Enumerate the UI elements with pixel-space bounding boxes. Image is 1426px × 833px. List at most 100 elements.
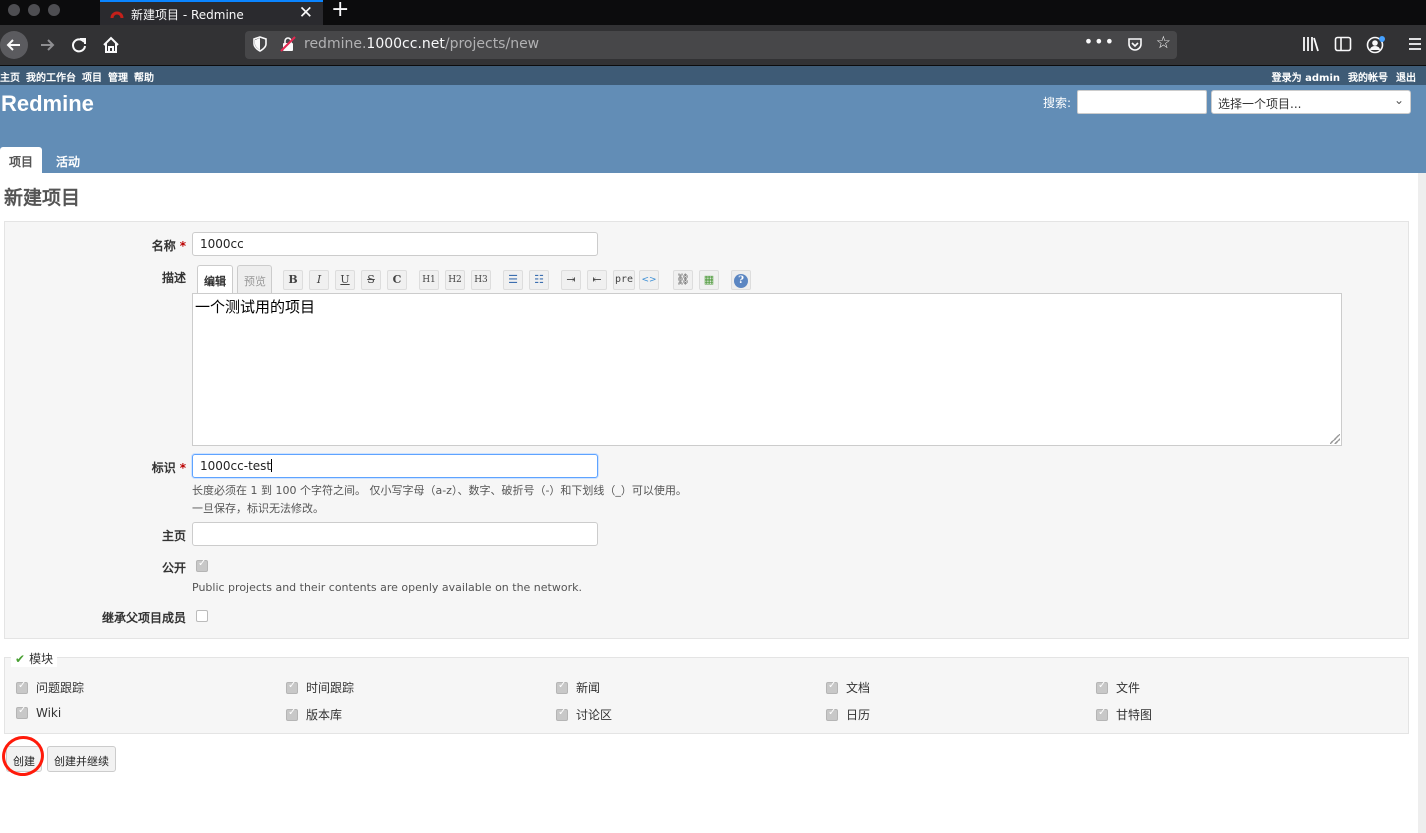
forward-button[interactable] — [33, 31, 61, 59]
top-menu-right: 登录为 admin 我的帐号 退出 — [1256, 69, 1416, 84]
url-bar[interactable]: redmine.1000cc.net/projects/new ••• ☆ — [245, 31, 1177, 59]
description-text: 一个测试用的项目 — [195, 298, 316, 316]
create-button[interactable]: 创建 — [6, 746, 42, 772]
top-menu-projects[interactable]: 项目 — [82, 73, 102, 84]
module-boards[interactable]: 讨论区 — [556, 706, 612, 723]
reload-button[interactable] — [65, 31, 93, 59]
project-form-box: 名称 * 1000cc 描述 编辑 预览 B I U S C H1 H2 H3 ☰… — [4, 221, 1409, 639]
reload-icon — [72, 38, 86, 53]
module-files[interactable]: 文件 — [1096, 679, 1140, 696]
identifier-input[interactable]: 1000cc-test — [192, 454, 598, 478]
module-news[interactable]: 新闻 — [556, 679, 600, 696]
pocket-icon[interactable] — [1127, 36, 1143, 52]
tab-close-icon[interactable]: ✕ — [299, 3, 313, 23]
top-menu-home[interactable]: 主页 — [0, 73, 20, 84]
module-documents[interactable]: 文档 — [826, 679, 870, 696]
code-highlight-icon[interactable]: <> — [639, 270, 659, 290]
home-button[interactable] — [97, 31, 125, 59]
search-input[interactable] — [1077, 90, 1207, 114]
resize-grip-icon[interactable] — [1330, 434, 1340, 444]
public-checkbox[interactable] — [196, 558, 208, 572]
homepage-input[interactable] — [192, 522, 598, 546]
help-icon[interactable]: ? — [731, 270, 751, 290]
module-checkbox[interactable] — [286, 707, 298, 721]
module-calendar[interactable]: 日历 — [826, 706, 870, 723]
search-label: 搜索: — [1043, 96, 1072, 110]
tab-title: 新建项目 - Redmine — [131, 8, 244, 22]
identifier-hint: 长度必须在 1 到 100 个字符之间。 仅小写字母（a-z）、数字、破折号（-… — [192, 484, 687, 497]
module-checkbox[interactable] — [556, 680, 568, 694]
account-icon[interactable] — [1366, 35, 1386, 55]
logout-link[interactable]: 退出 — [1396, 73, 1416, 84]
description-textarea[interactable]: 一个测试用的项目 — [192, 293, 1342, 446]
module-checkbox[interactable] — [1096, 707, 1108, 721]
indent-decrease-icon[interactable]: ⇤ — [587, 270, 607, 290]
module-wiki[interactable]: Wiki — [16, 705, 61, 720]
heading3-button[interactable]: H3 — [471, 270, 491, 290]
module-repository[interactable]: 版本库 — [286, 706, 342, 723]
module-gantt[interactable]: 甘特图 — [1096, 706, 1152, 723]
user-link[interactable]: admin — [1305, 73, 1340, 84]
italic-button[interactable]: I — [309, 270, 329, 290]
module-checkbox[interactable] — [286, 680, 298, 694]
browser-tab-active[interactable]: 新建项目 - Redmine ✕ — [100, 0, 323, 25]
indent-increase-icon[interactable]: ⇥ — [561, 270, 581, 290]
window-zoom-dot[interactable] — [48, 4, 60, 16]
page-actions-icon[interactable]: ••• — [1084, 32, 1115, 51]
name-label: 名称 * — [151, 239, 186, 253]
tab-projects[interactable]: 项目 — [0, 147, 43, 173]
inherit-members-label: 继承父项目成员 — [101, 611, 186, 625]
module-checkbox[interactable] — [826, 707, 838, 721]
underline-button[interactable]: U — [335, 270, 355, 290]
module-time-tracking[interactable]: 时间跟踪 — [286, 679, 354, 696]
module-checkbox[interactable] — [556, 707, 568, 721]
checkmark-icon: ✔ — [15, 652, 26, 666]
sidebar-icon[interactable] — [1334, 35, 1352, 53]
window-minimize-dot[interactable] — [28, 4, 40, 16]
module-checkbox[interactable] — [16, 705, 28, 719]
forward-arrow-icon — [41, 39, 55, 51]
url-text[interactable]: redmine.1000cc.net/projects/new — [304, 36, 539, 52]
insecure-lock-icon[interactable] — [280, 36, 296, 52]
strikethrough-button[interactable]: S — [361, 270, 381, 290]
library-icon[interactable] — [1302, 35, 1320, 53]
public-label: 公开 — [161, 561, 186, 575]
window-close-dot[interactable] — [8, 4, 20, 16]
bold-button[interactable]: B — [283, 270, 303, 290]
top-menu-help[interactable]: 帮助 — [134, 73, 154, 84]
modules-fieldset: ✔模块 问题跟踪 时间跟踪 新闻 文档 文件 Wiki 版本库 讨论区 日历 甘… — [4, 650, 1409, 734]
module-checkbox[interactable] — [1096, 680, 1108, 694]
top-menu-my-page[interactable]: 我的工作台 — [26, 73, 76, 84]
name-input[interactable]: 1000cc — [192, 232, 598, 256]
wiki-link-icon[interactable]: ⛓ — [673, 270, 693, 290]
top-menu-administration[interactable]: 管理 — [108, 73, 128, 84]
bookmark-star-icon[interactable]: ☆ — [1156, 33, 1171, 53]
top-menu: 主页 我的工作台 项目 管理 帮助 登录为 admin 我的帐号 退出 — [0, 66, 1426, 85]
unordered-list-icon[interactable]: ☰ — [503, 270, 523, 290]
project-jump-select[interactable]: 选择一个项目... ⌄ — [1211, 90, 1411, 114]
ordered-list-icon[interactable]: ☷ — [529, 270, 549, 290]
create-and-continue-button[interactable]: 创建并继续 — [47, 746, 116, 772]
tracking-shield-icon[interactable] — [253, 36, 267, 52]
heading1-button[interactable]: H1 — [419, 270, 439, 290]
module-issue-tracking[interactable]: 问题跟踪 — [16, 679, 84, 696]
inline-code-button[interactable]: C — [387, 270, 407, 290]
heading2-button[interactable]: H2 — [445, 270, 465, 290]
module-checkbox[interactable] — [16, 680, 28, 694]
editor-tab-preview[interactable]: 预览 — [237, 265, 272, 293]
back-button[interactable] — [0, 31, 28, 59]
page-title: 新建项目 — [4, 187, 81, 209]
project-jump-value: 选择一个项目... — [1218, 97, 1302, 111]
new-tab-button[interactable]: + — [331, 0, 349, 22]
browser-tab-bar: 新建项目 - Redmine ✕ + — [0, 0, 1426, 25]
pre-button[interactable]: pre — [613, 270, 635, 290]
tab-activity[interactable]: 活动 — [47, 147, 89, 173]
menu-hamburger-icon[interactable] — [1407, 35, 1423, 53]
description-label: 描述 — [161, 271, 186, 285]
module-checkbox[interactable] — [826, 680, 838, 694]
inherit-members-checkbox[interactable] — [196, 610, 208, 622]
my-account-link[interactable]: 我的帐号 — [1348, 73, 1388, 84]
image-icon[interactable]: ▦ — [699, 270, 719, 290]
editor-tab-edit[interactable]: 编辑 — [197, 265, 233, 293]
modules-legend[interactable]: ✔ 模块 — [11, 650, 58, 667]
